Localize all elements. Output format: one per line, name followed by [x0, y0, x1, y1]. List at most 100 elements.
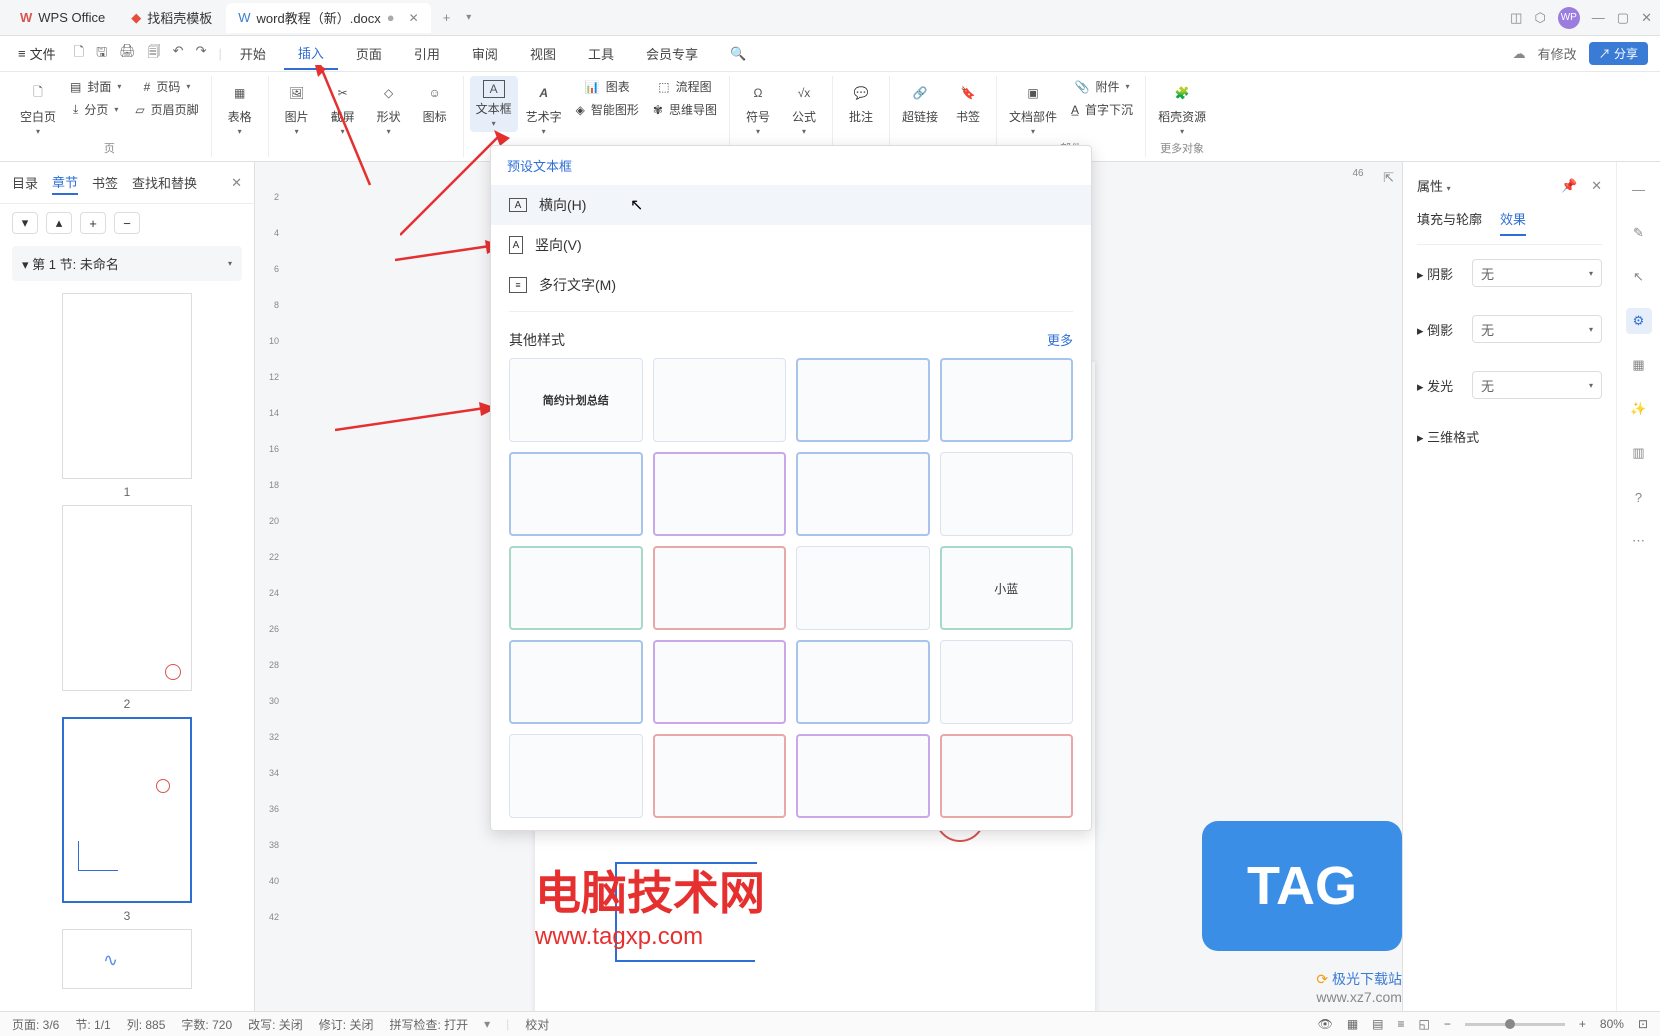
resources-button[interactable]: 🧩稻壳资源▾ — [1152, 76, 1212, 140]
style-card[interactable] — [940, 640, 1074, 724]
style-card[interactable] — [940, 358, 1074, 442]
glow-select[interactable]: 无▾ — [1472, 371, 1602, 399]
redo-icon[interactable]: ↷ — [196, 43, 207, 65]
view-fullscreen-icon[interactable]: ◱ — [1419, 1017, 1430, 1031]
maximize-icon[interactable]: ▢ — [1617, 10, 1629, 26]
layout-icon[interactable]: ◫ — [1510, 10, 1522, 26]
collapse-right-icon[interactable]: — — [1626, 176, 1652, 202]
smartart-button[interactable]: ◈智能图形 — [570, 99, 645, 120]
docparts-button[interactable]: ▣文档部件▾ — [1003, 76, 1063, 140]
style-card[interactable] — [653, 734, 787, 818]
row-3d[interactable]: ▸ 三维格式 — [1417, 413, 1602, 460]
file-menu-button[interactable]: ≡ 文件 — [12, 40, 62, 67]
style-card[interactable] — [796, 640, 930, 724]
zoom-out-icon[interactable]: − — [1444, 1017, 1451, 1031]
view-web-icon[interactable]: ▤ — [1372, 1017, 1383, 1031]
expand-tool[interactable]: ▾ — [12, 212, 38, 234]
mindmap-button[interactable]: ✾思维导图 — [647, 99, 723, 120]
style-card[interactable] — [509, 546, 643, 630]
new-icon[interactable]: 🗋 — [74, 43, 84, 65]
tab-wps-home[interactable]: W WPS Office — [8, 3, 117, 33]
style-card[interactable] — [940, 734, 1074, 818]
share-button[interactable]: ↗ 分享 — [1589, 42, 1648, 65]
tab-document[interactable]: W word教程（新）.docx ● ✕ — [226, 3, 430, 33]
status-spell[interactable]: 拼写检查: 打开 — [389, 1016, 468, 1033]
print-icon[interactable]: 🖨 — [119, 43, 136, 65]
style-card[interactable] — [796, 546, 930, 630]
select-tool-icon[interactable]: ↖ — [1626, 264, 1652, 290]
textbox-button[interactable]: A文本框▾ — [470, 76, 518, 132]
style-card[interactable] — [509, 452, 643, 536]
style-card[interactable] — [940, 452, 1074, 536]
style-card[interactable] — [509, 734, 643, 818]
zoom-fit-icon[interactable]: ⊡ — [1638, 1017, 1648, 1031]
icons-button[interactable]: ☺图标 — [413, 76, 457, 129]
close-window-icon[interactable]: ✕ — [1641, 10, 1652, 26]
blank-page-button[interactable]: 🗋 空白页▾ — [14, 76, 62, 140]
undo-icon[interactable]: ↶ — [173, 43, 184, 65]
style-card[interactable] — [653, 640, 787, 724]
equation-button[interactable]: √x公式▾ — [782, 76, 826, 140]
menu-review[interactable]: 审阅 — [458, 38, 512, 69]
cloud-sync-icon[interactable]: ☁ — [1513, 46, 1526, 62]
style-card[interactable] — [653, 546, 787, 630]
settings-tool-icon[interactable]: ⚙ — [1626, 308, 1652, 334]
hyperlink-button[interactable]: 🔗超链接 — [896, 76, 944, 129]
close-icon[interactable]: ✕ — [409, 11, 419, 25]
layout-tool-icon[interactable]: ▥ — [1626, 440, 1652, 466]
thumb-page-1[interactable] — [62, 293, 192, 479]
close-panel-icon[interactable]: ✕ — [1591, 178, 1602, 193]
panel-tab-sections[interactable]: 章节 — [52, 170, 78, 195]
chart-button[interactable]: 📊图表 — [570, 76, 645, 97]
collapse-tool[interactable]: ▴ — [46, 212, 72, 234]
collapse-ruler-icon[interactable]: ⇱ — [1383, 170, 1394, 186]
style-card[interactable] — [653, 358, 787, 442]
style-card[interactable] — [796, 734, 930, 818]
attachment-button[interactable]: 📎附件▾ — [1065, 76, 1139, 97]
zoom-value[interactable]: 80% — [1600, 1017, 1624, 1031]
thumb-page-2[interactable] — [62, 505, 192, 691]
style-tool-icon[interactable]: ✎ — [1626, 220, 1652, 246]
page-number-button[interactable]: #页码▾ — [129, 76, 204, 97]
style-card[interactable]: 小蓝 — [940, 546, 1074, 630]
magic-tool-icon[interactable]: ✨ — [1626, 396, 1652, 422]
pin-icon[interactable]: 📌 — [1561, 178, 1577, 193]
status-page[interactable]: 页面: 3/6 — [12, 1016, 59, 1033]
menu-view[interactable]: 视图 — [516, 38, 570, 69]
print-preview-icon[interactable]: 🗐 — [148, 43, 161, 65]
style-card[interactable]: 简约计划总结 — [509, 358, 643, 442]
tab-fill-outline[interactable]: 填充与轮廓 — [1417, 209, 1482, 236]
comment-button[interactable]: 💬批注 — [839, 76, 883, 129]
tab-menu-button[interactable]: ▾ — [460, 12, 477, 23]
textbox-vertical-item[interactable]: A 竖向(V) — [491, 225, 1091, 265]
reflection-select[interactable]: 无▾ — [1472, 315, 1602, 343]
view-read-icon[interactable]: 👁 — [1318, 1017, 1333, 1031]
new-tab-button[interactable]: + — [433, 10, 461, 25]
panel-tab-bookmarks[interactable]: 书签 — [92, 171, 118, 194]
menu-reference[interactable]: 引用 — [400, 38, 454, 69]
flowchart-button[interactable]: ⬚流程图 — [647, 76, 723, 97]
style-card[interactable] — [796, 452, 930, 536]
save-icon[interactable]: 🖫 — [96, 43, 107, 65]
menu-member[interactable]: 会员专享 — [632, 38, 712, 69]
help-tool-icon[interactable]: ? — [1626, 484, 1652, 510]
header-footer-button[interactable]: ▱页眉页脚 — [129, 99, 204, 120]
view-print-icon[interactable]: ▦ — [1347, 1017, 1358, 1031]
wordart-button[interactable]: A艺术字▾ — [520, 76, 568, 140]
tab-effects[interactable]: 效果 — [1500, 209, 1526, 236]
view-outline-icon[interactable]: ≡ — [1398, 1017, 1405, 1031]
style-card[interactable] — [509, 640, 643, 724]
docparts-tool-icon[interactable]: ▦ — [1626, 352, 1652, 378]
panel-close-icon[interactable]: ✕ — [231, 175, 242, 191]
more-styles-link[interactable]: 更多 — [1047, 330, 1073, 350]
style-card[interactable] — [796, 358, 930, 442]
status-words[interactable]: 字数: 720 — [181, 1016, 232, 1033]
bookmark-button[interactable]: 🔖书签 — [946, 76, 990, 129]
status-proof[interactable]: 校对 — [525, 1016, 549, 1033]
page-break-button[interactable]: ⤓分页▾ — [64, 99, 127, 120]
panel-tab-toc[interactable]: 目录 — [12, 171, 38, 194]
more-tool-icon[interactable]: ⋯ — [1626, 528, 1652, 554]
remove-tool[interactable]: − — [114, 212, 140, 234]
symbol-button[interactable]: Ω符号▾ — [736, 76, 780, 140]
table-button[interactable]: ▦ 表格▾ — [218, 76, 262, 140]
